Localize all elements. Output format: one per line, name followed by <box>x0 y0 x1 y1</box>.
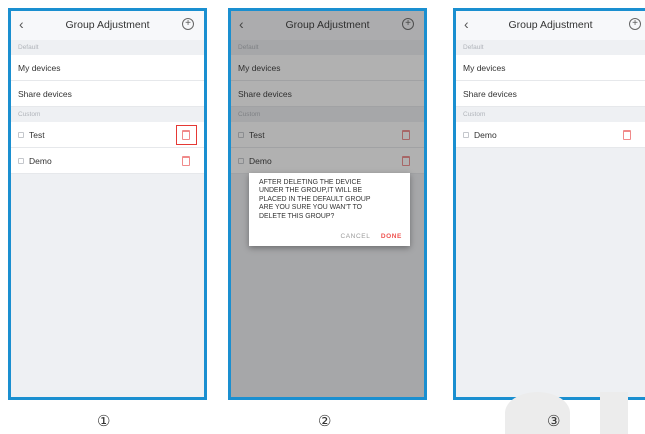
section-custom: Custom <box>11 107 204 122</box>
list-item-my-devices[interactable]: My devices <box>456 55 645 81</box>
list-item-demo[interactable]: Demo <box>11 148 204 174</box>
list-item-share-devices[interactable]: Share devices <box>456 81 645 107</box>
group-name: Test <box>29 130 45 140</box>
add-icon[interactable]: + <box>182 18 194 30</box>
page-title: Group Adjustment <box>65 19 150 31</box>
group-name: Demo <box>29 156 52 166</box>
checkbox-icon[interactable] <box>463 132 469 138</box>
step-label-2: ② <box>318 412 332 430</box>
confirm-dialog: AFTER DELETING THE DEVICE UNDER THE GROU… <box>249 173 410 246</box>
page-title: Group Adjustment <box>508 19 593 31</box>
list-item-my-devices[interactable]: My devices <box>11 55 204 81</box>
section-default: Default <box>456 40 645 55</box>
section-custom: Custom <box>456 107 645 122</box>
list-item-demo[interactable]: Demo <box>456 122 645 148</box>
group-name: Demo <box>474 130 497 140</box>
decorative-shape <box>600 392 628 434</box>
list-item-test[interactable]: Test <box>11 122 204 148</box>
list-item-share-devices[interactable]: Share devices <box>11 81 204 107</box>
screen-step-3: ‹ Group Adjustment + Default My devices … <box>453 8 645 400</box>
trash-icon[interactable] <box>623 130 631 140</box>
checkbox-icon[interactable] <box>18 132 24 138</box>
section-default: Default <box>11 40 204 55</box>
nav-bar: ‹ Group Adjustment + <box>11 11 204 40</box>
step-label-3: ③ <box>547 412 561 430</box>
screen-step-1: ‹ Group Adjustment + Default My devices … <box>8 8 207 400</box>
dialog-actions: CANCEL DONE <box>340 233 402 240</box>
dialog-message: AFTER DELETING THE DEVICE UNDER THE GROU… <box>259 179 371 220</box>
trash-icon[interactable] <box>182 130 190 140</box>
nav-bar: ‹ Group Adjustment + <box>456 11 645 40</box>
cancel-button[interactable]: CANCEL <box>340 233 370 240</box>
step-label-1: ① <box>97 412 111 430</box>
trash-icon[interactable] <box>182 156 190 166</box>
done-button[interactable]: DONE <box>381 233 402 240</box>
screen-step-2: ‹ Group Adjustment + Default My devices … <box>228 8 427 400</box>
add-icon[interactable]: + <box>629 18 641 30</box>
checkbox-icon[interactable] <box>18 158 24 164</box>
